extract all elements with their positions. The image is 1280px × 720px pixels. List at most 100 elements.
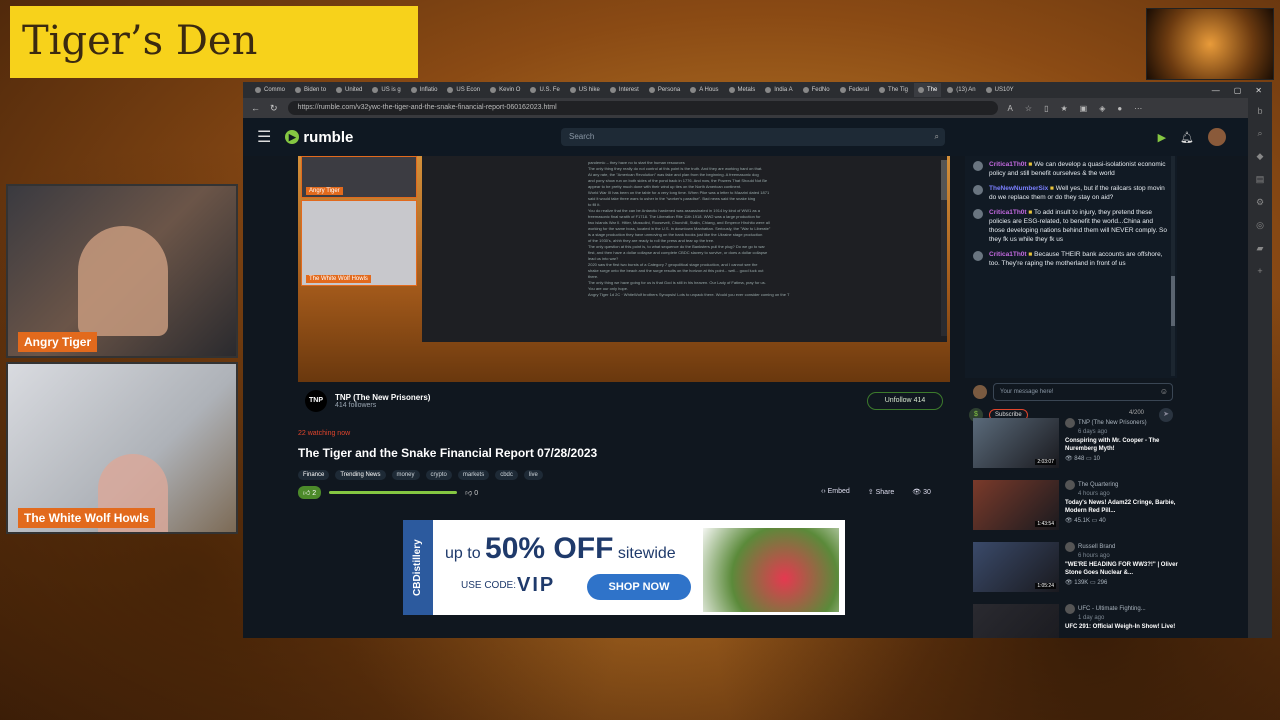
browser-tab[interactable]: Inflatio: [407, 83, 442, 97]
video-player[interactable]: Angry Tiger The White Wolf Howls pandemi…: [298, 156, 950, 382]
browser-tab[interactable]: Commo: [251, 83, 289, 97]
browser-tab[interactable]: The Tig: [875, 83, 912, 97]
rec-channel[interactable]: The Quartering: [1065, 480, 1183, 490]
bing-icon[interactable]: b: [1257, 106, 1262, 116]
browser-tab[interactable]: Persona: [645, 83, 684, 97]
video-info: TNP (The New Prisoners) 6 days ago Conspir…: [1065, 418, 1183, 480]
ad-banner[interactable]: CBDistillery up to 50% OFF sitewide USE …: [403, 520, 845, 615]
back-icon[interactable]: ←: [251, 103, 260, 113]
channel-name[interactable]: TNP (The New Prisoners): [335, 393, 430, 402]
browser-tab[interactable]: Interest: [606, 83, 643, 97]
comments-icon: ▭: [1088, 580, 1098, 586]
search-input[interactable]: Search ⌕: [561, 128, 945, 146]
minimize-icon[interactable]: —: [1212, 86, 1220, 95]
browser-tab[interactable]: Biden to: [291, 83, 330, 97]
video-thumbnail[interactable]: 1:43:54: [973, 480, 1059, 530]
tag-trending-news[interactable]: Trending News: [335, 470, 386, 480]
dislike-count: 0: [474, 490, 479, 497]
browser-tab[interactable]: US hike: [566, 83, 604, 97]
tag-crypto[interactable]: crypto: [425, 470, 452, 480]
recommended-video[interactable]: 1:43:54 The Quartering 4 hours ago Today's …: [973, 480, 1183, 542]
notifications-icon[interactable]: 🔔︎: [1180, 131, 1194, 144]
search-icon[interactable]: ⌕: [1257, 128, 1262, 139]
browser-tab[interactable]: India A: [761, 83, 796, 97]
ad-sitewide: sitewide: [617, 545, 676, 562]
video-thumbnail[interactable]: 2:03:07: [973, 418, 1059, 468]
tab-favicon-icon: [255, 87, 261, 93]
browser-tab[interactable]: United: [332, 83, 366, 97]
browser-tab[interactable]: Federal: [836, 83, 873, 97]
collections-icon[interactable]: ▣: [1080, 104, 1088, 113]
chat-username[interactable]: Critica1Th0t: [989, 251, 1027, 258]
extensions-icon[interactable]: ◈: [1099, 104, 1105, 113]
browser-tab[interactable]: Metals: [725, 83, 760, 97]
tab-label: US hike: [578, 87, 600, 93]
unfollow-button[interactable]: Unfollow 414: [867, 392, 943, 410]
rec-title[interactable]: Today's News! Adam22 Cringe, Barbie, Mod…: [1065, 499, 1183, 515]
search-icon[interactable]: ⌕: [935, 128, 939, 146]
upload-icon[interactable]: ▶: [1158, 131, 1166, 144]
close-icon[interactable]: ✕: [1255, 86, 1262, 95]
hamburger-icon[interactable]: ☰: [257, 127, 271, 147]
browser-tab[interactable]: A Hous: [686, 83, 722, 97]
browser-tab[interactable]: Kevin O: [486, 83, 524, 97]
rec-title[interactable]: "WE'RE HEADING FOR WW3?!" | Oliver Stone…: [1065, 561, 1183, 577]
chat-scrollbar[interactable]: [1171, 156, 1175, 376]
like-button[interactable]: 👍︎ 2: [298, 486, 322, 499]
avatar[interactable]: [1208, 128, 1226, 146]
embed-button[interactable]: ‹› Embed: [821, 488, 850, 496]
dislike-button[interactable]: 👎︎ 0: [465, 488, 478, 497]
tag-live[interactable]: live: [523, 470, 543, 480]
channel-logo[interactable]: TNP: [305, 390, 327, 412]
outlook-icon[interactable]: ◎: [1256, 220, 1264, 231]
video-thumbnail[interactable]: [973, 604, 1059, 638]
browser-tab[interactable]: US Econ: [443, 83, 484, 97]
chat-message: Critica1Th0t ■ We can develop a quasi-is…: [965, 158, 1177, 182]
reload-icon[interactable]: ↻: [270, 103, 278, 114]
browser-tab[interactable]: US10Y: [982, 83, 1018, 97]
recommended-video[interactable]: 1:05:24 Russell Brand 6 hours ago "WE'RE HE…: [973, 542, 1183, 604]
tab-favicon-icon: [690, 87, 697, 93]
tag-finance[interactable]: Finance: [298, 470, 330, 480]
read-aloud-icon[interactable]: A: [1008, 104, 1013, 113]
rec-channel[interactable]: TNP (The New Prisoners): [1065, 418, 1183, 428]
profile-icon[interactable]: ●: [1117, 104, 1122, 113]
browser-tab[interactable]: FedNo: [799, 83, 834, 97]
emoji-icon[interactable]: ☺: [1160, 384, 1168, 400]
rec-title[interactable]: UFC 291: Official Weigh-In Show! Live!: [1065, 623, 1175, 631]
chat-username[interactable]: Critica1Th0t: [989, 161, 1027, 168]
rec-channel[interactable]: Russell Brand: [1065, 542, 1183, 552]
tag-icon[interactable]: ◆: [1257, 151, 1264, 162]
tab-favicon-icon: [839, 87, 846, 93]
shop-now-button[interactable]: SHOP NOW: [587, 574, 691, 600]
recommended-video[interactable]: 2:03:07 TNP (The New Prisoners) 6 days ago…: [973, 418, 1183, 480]
share-button[interactable]: ⇪ Share: [868, 488, 895, 496]
split-icon[interactable]: ▯: [1044, 104, 1048, 113]
tools-icon[interactable]: ⚙: [1256, 197, 1264, 208]
browser-tab[interactable]: U.S. Fe: [526, 83, 563, 97]
favorite-icon[interactable]: ☆: [1025, 104, 1032, 113]
tag-cbdc[interactable]: cbdc: [495, 470, 518, 480]
browser-tab[interactable]: US is g: [368, 83, 404, 97]
recommended-video[interactable]: UFC - Ultimate Fighting... 1 day ago UFC 2…: [973, 604, 1183, 638]
chat-username[interactable]: TheNewNumberSix: [989, 185, 1048, 192]
chat-message-input[interactable]: Your message here! ☺: [993, 383, 1173, 401]
add-icon[interactable]: +: [1257, 266, 1262, 276]
tag-markets[interactable]: markets: [457, 470, 490, 480]
header-actions: ▶ 🔔︎: [1158, 128, 1226, 146]
rumble-logo[interactable]: ▶ rumble: [285, 129, 353, 146]
video-thumbnail[interactable]: 1:05:24: [973, 542, 1059, 592]
favorites-icon[interactable]: ★: [1060, 104, 1067, 113]
rec-channel[interactable]: UFC - Ultimate Fighting...: [1065, 604, 1175, 614]
maximize-icon[interactable]: ▢: [1234, 86, 1242, 95]
games-icon[interactable]: ▰: [1257, 243, 1264, 254]
chat-username[interactable]: Critica1Th0t: [989, 209, 1027, 216]
url-field[interactable]: https://rumble.com/v32ywc-the-tiger-and-…: [287, 101, 998, 115]
tag-money[interactable]: money: [391, 470, 420, 480]
tag-list: Finance Trending News money crypto markets cb…: [298, 470, 543, 480]
shopping-icon[interactable]: ▤: [1256, 174, 1265, 185]
browser-tab[interactable]: The: [913, 83, 942, 97]
browser-tab[interactable]: (13) An: [943, 83, 979, 97]
menu-icon[interactable]: ⋯: [1134, 104, 1142, 113]
rec-title[interactable]: Conspiring with Mr. Cooper - The Nurembe…: [1065, 437, 1183, 453]
